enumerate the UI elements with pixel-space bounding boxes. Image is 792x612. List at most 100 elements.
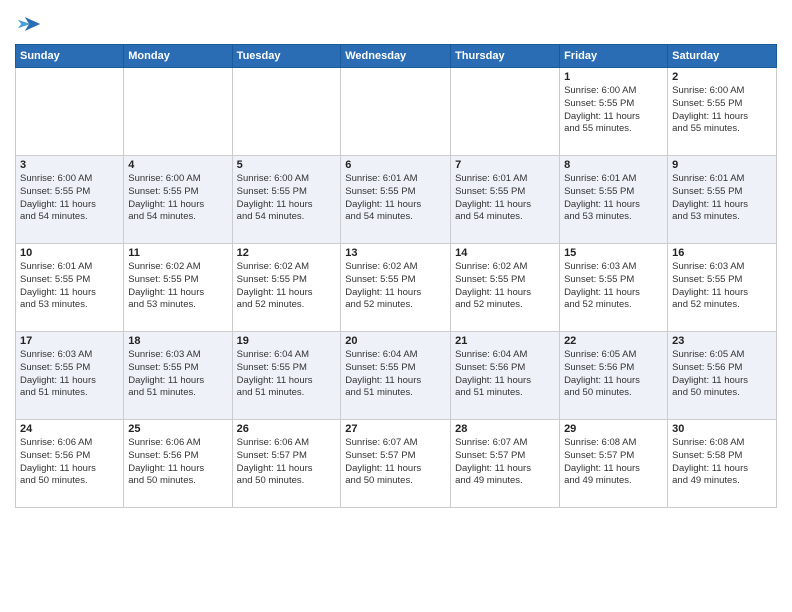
day-number: 24 bbox=[20, 423, 119, 435]
day-cell: 12 Sunrise: 6:02 AM Sunset: 5:55 PM Dayli… bbox=[232, 244, 341, 332]
calendar: SundayMondayTuesdayWednesdayThursdayFrid… bbox=[15, 44, 777, 508]
day-cell: 11 Sunrise: 6:02 AM Sunset: 5:55 PM Dayli… bbox=[124, 244, 232, 332]
weekday-header-friday: Friday bbox=[560, 45, 668, 68]
day-info: Sunrise: 6:07 AM Sunset: 5:57 PM Dayligh… bbox=[455, 437, 555, 488]
day-cell: 9 Sunrise: 6:01 AM Sunset: 5:55 PM Daylig… bbox=[668, 156, 777, 244]
day-info: Sunrise: 6:04 AM Sunset: 5:55 PM Dayligh… bbox=[237, 349, 337, 400]
day-number: 8 bbox=[564, 159, 663, 171]
day-cell: 1 Sunrise: 6:00 AM Sunset: 5:55 PM Daylig… bbox=[560, 68, 668, 156]
day-number: 11 bbox=[128, 247, 227, 259]
day-info: Sunrise: 6:01 AM Sunset: 5:55 PM Dayligh… bbox=[672, 173, 772, 224]
day-number: 1 bbox=[564, 71, 663, 83]
day-cell: 27Sunrise: 6:07 AM Sunset: 5:57 PM Dayli… bbox=[341, 420, 451, 508]
logo bbox=[15, 10, 47, 38]
day-cell: 2Sunrise: 6:00 AM Sunset: 5:55 PM Daylig… bbox=[668, 68, 777, 156]
day-info: Sunrise: 6:01 AM Sunset: 5:55 PM Dayligh… bbox=[564, 173, 663, 224]
day-number: 23 bbox=[672, 335, 772, 347]
day-info: Sunrise: 6:00 AM Sunset: 5:55 PM Dayligh… bbox=[237, 173, 337, 224]
day-info: Sunrise: 6:03 AM Sunset: 5:55 PM Dayligh… bbox=[20, 349, 119, 400]
day-cell: 17 Sunrise: 6:03 AM Sunset: 5:55 PM Dayli… bbox=[16, 332, 124, 420]
day-cell: 24 Sunrise: 6:06 AM Sunset: 5:56 PM Dayli… bbox=[16, 420, 124, 508]
day-info: Sunrise: 6:08 AM Sunset: 5:57 PM Dayligh… bbox=[564, 437, 663, 488]
day-number: 25 bbox=[128, 423, 227, 435]
day-number: 2 bbox=[672, 71, 772, 83]
day-number: 16 bbox=[672, 247, 772, 259]
day-info: Sunrise: 6:07 AM Sunset: 5:57 PM Dayligh… bbox=[345, 437, 446, 488]
page: SundayMondayTuesdayWednesdayThursdayFrid… bbox=[0, 0, 792, 612]
day-number: 7 bbox=[455, 159, 555, 171]
day-cell: 6 Sunrise: 6:01 AM Sunset: 5:55 PM Daylig… bbox=[341, 156, 451, 244]
day-number: 21 bbox=[455, 335, 555, 347]
day-cell bbox=[124, 68, 232, 156]
day-number: 22 bbox=[564, 335, 663, 347]
week-row-4: 24 Sunrise: 6:06 AM Sunset: 5:56 PM Dayli… bbox=[16, 420, 777, 508]
day-number: 13 bbox=[345, 247, 446, 259]
weekday-header-thursday: Thursday bbox=[451, 45, 560, 68]
weekday-header-monday: Monday bbox=[124, 45, 232, 68]
day-number: 17 bbox=[20, 335, 119, 347]
day-cell: 21 Sunrise: 6:04 AM Sunset: 5:56 PM Dayli… bbox=[451, 332, 560, 420]
day-info: Sunrise: 6:08 AM Sunset: 5:58 PM Dayligh… bbox=[672, 437, 772, 488]
day-number: 5 bbox=[237, 159, 337, 171]
day-cell bbox=[232, 68, 341, 156]
day-cell: 22 Sunrise: 6:05 AM Sunset: 5:56 PM Dayli… bbox=[560, 332, 668, 420]
day-cell: 10 Sunrise: 6:01 AM Sunset: 5:55 PM Dayli… bbox=[16, 244, 124, 332]
day-info: Sunrise: 6:03 AM Sunset: 5:55 PM Dayligh… bbox=[564, 261, 663, 312]
day-cell bbox=[16, 68, 124, 156]
day-info: Sunrise: 6:00 AM Sunset: 5:55 PM Dayligh… bbox=[128, 173, 227, 224]
day-cell: 4Sunrise: 6:00 AM Sunset: 5:55 PM Daylig… bbox=[124, 156, 232, 244]
day-info: Sunrise: 6:05 AM Sunset: 5:56 PM Dayligh… bbox=[672, 349, 772, 400]
day-number: 3 bbox=[20, 159, 119, 171]
week-row-2: 10 Sunrise: 6:01 AM Sunset: 5:55 PM Dayli… bbox=[16, 244, 777, 332]
week-row-1: 3 Sunrise: 6:00 AM Sunset: 5:55 PM Daylig… bbox=[16, 156, 777, 244]
day-number: 9 bbox=[672, 159, 772, 171]
week-row-3: 17 Sunrise: 6:03 AM Sunset: 5:55 PM Dayli… bbox=[16, 332, 777, 420]
day-info: Sunrise: 6:06 AM Sunset: 5:56 PM Dayligh… bbox=[20, 437, 119, 488]
day-number: 10 bbox=[20, 247, 119, 259]
week-row-0: 1 Sunrise: 6:00 AM Sunset: 5:55 PM Daylig… bbox=[16, 68, 777, 156]
day-info: Sunrise: 6:03 AM Sunset: 5:55 PM Dayligh… bbox=[128, 349, 227, 400]
day-cell: 14Sunrise: 6:02 AM Sunset: 5:55 PM Dayli… bbox=[451, 244, 560, 332]
day-number: 12 bbox=[237, 247, 337, 259]
logo-icon bbox=[15, 10, 43, 38]
day-cell: 26 Sunrise: 6:06 AM Sunset: 5:57 PM Dayli… bbox=[232, 420, 341, 508]
day-info: Sunrise: 6:01 AM Sunset: 5:55 PM Dayligh… bbox=[345, 173, 446, 224]
weekday-row: SundayMondayTuesdayWednesdayThursdayFrid… bbox=[16, 45, 777, 68]
day-info: Sunrise: 6:04 AM Sunset: 5:56 PM Dayligh… bbox=[455, 349, 555, 400]
weekday-header-wednesday: Wednesday bbox=[341, 45, 451, 68]
day-info: Sunrise: 6:02 AM Sunset: 5:55 PM Dayligh… bbox=[237, 261, 337, 312]
day-number: 26 bbox=[237, 423, 337, 435]
day-cell: 20 Sunrise: 6:04 AM Sunset: 5:55 PM Dayli… bbox=[341, 332, 451, 420]
day-cell: 29 Sunrise: 6:08 AM Sunset: 5:57 PM Dayli… bbox=[560, 420, 668, 508]
day-info: Sunrise: 6:00 AM Sunset: 5:55 PM Dayligh… bbox=[20, 173, 119, 224]
day-info: Sunrise: 6:04 AM Sunset: 5:55 PM Dayligh… bbox=[345, 349, 446, 400]
day-number: 14 bbox=[455, 247, 555, 259]
day-info: Sunrise: 6:05 AM Sunset: 5:56 PM Dayligh… bbox=[564, 349, 663, 400]
day-cell: 28Sunrise: 6:07 AM Sunset: 5:57 PM Dayli… bbox=[451, 420, 560, 508]
weekday-header-saturday: Saturday bbox=[668, 45, 777, 68]
day-number: 15 bbox=[564, 247, 663, 259]
day-info: Sunrise: 6:02 AM Sunset: 5:55 PM Dayligh… bbox=[345, 261, 446, 312]
day-cell: 5 Sunrise: 6:00 AM Sunset: 5:55 PM Daylig… bbox=[232, 156, 341, 244]
day-info: Sunrise: 6:02 AM Sunset: 5:55 PM Dayligh… bbox=[128, 261, 227, 312]
day-cell: 8 Sunrise: 6:01 AM Sunset: 5:55 PM Daylig… bbox=[560, 156, 668, 244]
day-number: 30 bbox=[672, 423, 772, 435]
day-cell: 16 Sunrise: 6:03 AM Sunset: 5:55 PM Dayli… bbox=[668, 244, 777, 332]
day-cell: 30 Sunrise: 6:08 AM Sunset: 5:58 PM Dayli… bbox=[668, 420, 777, 508]
weekday-header-sunday: Sunday bbox=[16, 45, 124, 68]
day-cell bbox=[341, 68, 451, 156]
day-cell: 18Sunrise: 6:03 AM Sunset: 5:55 PM Dayli… bbox=[124, 332, 232, 420]
day-number: 19 bbox=[237, 335, 337, 347]
day-number: 6 bbox=[345, 159, 446, 171]
day-info: Sunrise: 6:00 AM Sunset: 5:55 PM Dayligh… bbox=[564, 85, 663, 136]
day-info: Sunrise: 6:01 AM Sunset: 5:55 PM Dayligh… bbox=[20, 261, 119, 312]
day-number: 29 bbox=[564, 423, 663, 435]
day-cell: 25 Sunrise: 6:06 AM Sunset: 5:56 PM Dayli… bbox=[124, 420, 232, 508]
calendar-body: 1 Sunrise: 6:00 AM Sunset: 5:55 PM Daylig… bbox=[16, 68, 777, 508]
day-info: Sunrise: 6:06 AM Sunset: 5:56 PM Dayligh… bbox=[128, 437, 227, 488]
day-number: 20 bbox=[345, 335, 446, 347]
day-info: Sunrise: 6:06 AM Sunset: 5:57 PM Dayligh… bbox=[237, 437, 337, 488]
calendar-header: SundayMondayTuesdayWednesdayThursdayFrid… bbox=[16, 45, 777, 68]
day-info: Sunrise: 6:03 AM Sunset: 5:55 PM Dayligh… bbox=[672, 261, 772, 312]
header bbox=[15, 10, 777, 38]
